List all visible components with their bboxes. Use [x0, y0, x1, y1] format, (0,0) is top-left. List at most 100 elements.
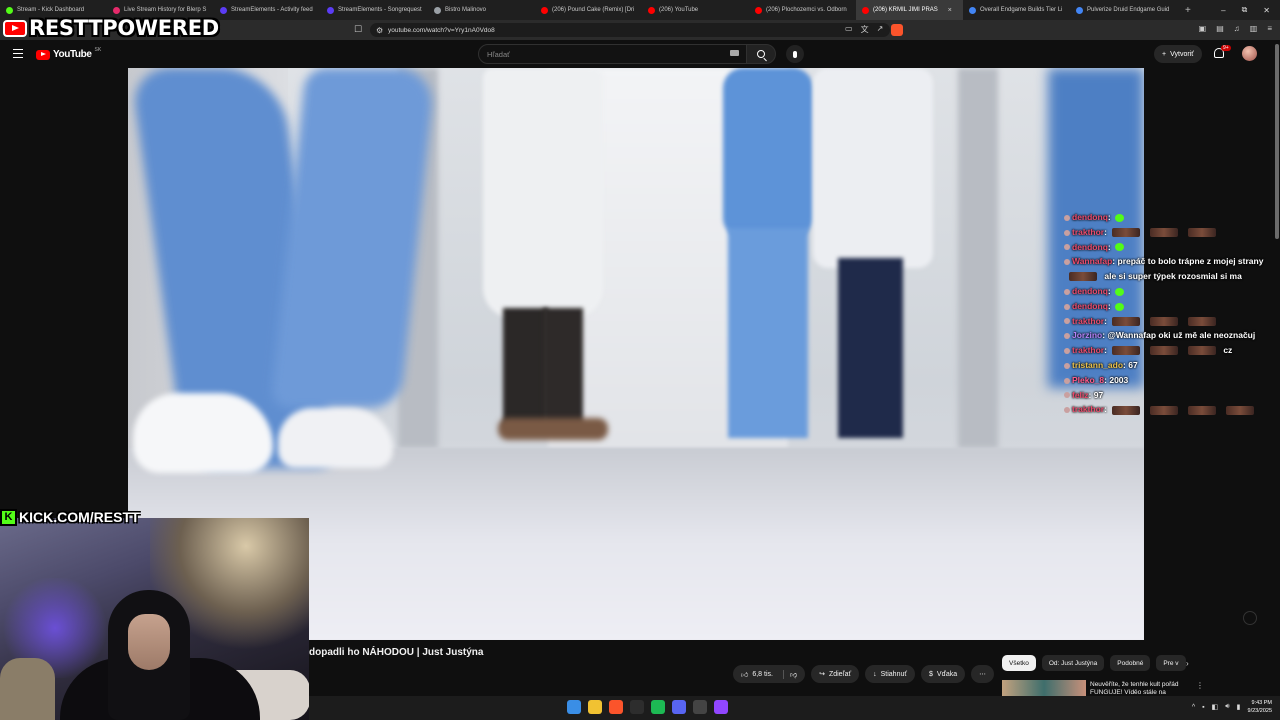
more-actions-button[interactable]: ⋯ [971, 665, 995, 683]
taskbar-apps [567, 700, 728, 714]
network-icon[interactable]: ◧ [1212, 703, 1219, 711]
chevron-right-icon[interactable]: › [1186, 659, 1189, 668]
search-placeholder: Hľadať [487, 49, 510, 59]
video-scene [723, 68, 813, 238]
browser-tab[interactable]: StreamElements - Songrequest [321, 0, 428, 20]
kick-url: KICK.COM/RESTT [19, 509, 140, 525]
user-badge-icon [1064, 229, 1070, 236]
chat-separator: : [1107, 285, 1111, 296]
user-badge-icon [1064, 392, 1070, 399]
user-badge-icon [1064, 362, 1070, 369]
discord-taskbar-icon[interactable] [672, 700, 686, 714]
chat-emote-icon [1149, 316, 1178, 326]
video-scene [813, 68, 933, 268]
chat-message: dendonq: [1064, 240, 1274, 255]
share-button[interactable]: ↪ Zdieľať [811, 665, 860, 683]
chat-emote-icon [1069, 272, 1097, 282]
browser-tab[interactable]: (206) Pound Cake (Remix) [Dri [535, 0, 642, 20]
tray-app-icon[interactable]: ▪ [1202, 704, 1204, 711]
maximize-icon[interactable]: ⧉ [1242, 5, 1248, 15]
spotify-taskbar-icon[interactable] [651, 700, 665, 714]
system-clock[interactable]: 9:43 PM 9/23/2025 [1248, 699, 1272, 715]
obs-taskbar-icon[interactable] [693, 700, 707, 714]
browser-tab[interactable]: StreamElements - Activity feed [214, 0, 321, 20]
minimize-icon[interactable]: – [1221, 6, 1225, 15]
brave-taskbar-icon[interactable] [609, 700, 623, 714]
share-page-icon[interactable]: ↗ [877, 24, 884, 36]
tab-label: Bistro Malinovo [445, 7, 487, 13]
tab-favicon-icon [969, 6, 976, 14]
mascot-figure [0, 658, 55, 720]
voice-search-button[interactable] [786, 45, 804, 63]
youtube-wordmark: YouTube [53, 49, 92, 60]
chat-message: trakthor: [1064, 225, 1274, 240]
filter-chip[interactable]: Všetko [1002, 655, 1036, 671]
browser-tab[interactable]: Overall Endgame Builds Tier Li [963, 0, 1070, 20]
terminal-taskbar-icon[interactable] [630, 700, 644, 714]
tab-label: (206) Pound Cake (Remix) [Dri [552, 7, 635, 13]
cast-icon[interactable]: ▭ [845, 24, 853, 36]
thumbs-up-icon: 👍︎ [741, 671, 749, 679]
chat-message: trakthor: cz [1064, 343, 1274, 358]
video-control-icon[interactable] [1243, 611, 1257, 625]
new-tab-button[interactable]: + [1177, 5, 1199, 16]
browser-tab[interactable]: Bistro Malinovo [428, 0, 535, 20]
search-button[interactable] [746, 44, 776, 64]
battery-icon[interactable]: ▮ [1237, 703, 1241, 711]
download-button[interactable]: ↓ Stiahnuť [865, 665, 915, 683]
video-scene [958, 68, 998, 448]
page-scrollbar[interactable] [1274, 40, 1280, 696]
thanks-button[interactable]: $ Vďaka [921, 665, 966, 683]
chat-text: cz [1220, 345, 1233, 356]
recommendation-thumbnail[interactable] [1002, 680, 1086, 696]
browser-tab[interactable]: (206) KRMIL JIMI PRAS × [856, 0, 963, 20]
account-avatar[interactable] [1242, 46, 1257, 61]
volume-icon[interactable]: 🔊︎ [1225, 703, 1229, 711]
keyboard-icon[interactable] [730, 50, 739, 56]
chevron-up-icon[interactable]: ^ [1192, 704, 1195, 711]
browser-tab[interactable]: (206) Plochozemci vs. Odborn [749, 0, 856, 20]
hamburger-menu-icon[interactable] [13, 49, 23, 58]
recommendation-title[interactable]: Neuvěříte, že tenhle kult pořád FUNGUJE!… [1090, 681, 1190, 696]
chat-separator: : [1104, 345, 1107, 356]
twitch-taskbar-icon[interactable] [714, 700, 728, 714]
bookmark-icon[interactable]: ☐ [354, 24, 362, 35]
country-code: SK [94, 46, 102, 53]
filter-chip[interactable]: Pre v [1156, 655, 1186, 671]
browser-tab[interactable]: (206) YouTube [642, 0, 749, 20]
sidebar-toggle-icon[interactable]: ▥ [1250, 24, 1258, 33]
recommendation-chips: Všetko Od: Just Justýna Podobné Pre v [1002, 655, 1186, 671]
close-window-icon[interactable]: ✕ [1263, 6, 1270, 15]
thumbs-down-icon[interactable]: 👎︎ [782, 669, 797, 679]
chat-emote-icon [1149, 405, 1178, 415]
site-info-icon[interactable]: ⚙ [376, 26, 383, 35]
explorer-taskbar-icon[interactable] [588, 700, 602, 714]
filter-chip[interactable]: Podobné [1110, 655, 1151, 671]
extensions-icon[interactable]: ▣ [1199, 24, 1207, 33]
chat-text: 2003 [1106, 374, 1129, 385]
search-input[interactable]: Hľadať [478, 44, 750, 64]
browser-tab[interactable]: Pulverize Druid Endgame Guid [1070, 0, 1177, 20]
start-taskbar-icon[interactable] [567, 700, 581, 714]
tab-label: Stream - Kick Dashboard [17, 7, 85, 13]
menu-icon[interactable]: ≡ [1267, 24, 1272, 33]
media-icon[interactable]: ♫ [1234, 24, 1240, 33]
stream-brand-overlay: RESTTPOWERED [3, 14, 219, 42]
address-bar[interactable]: ⚙ youtube.com/watch?v=Yry1nA0Vdo8 [370, 23, 890, 37]
tab-close-icon[interactable]: × [948, 7, 952, 14]
like-button[interactable]: 👍︎ 6,8 tis. 👎︎ [733, 665, 806, 683]
chat-username: dendonq [1072, 241, 1108, 252]
filter-chip[interactable]: Od: Just Justýna [1041, 655, 1105, 671]
window-controls: – ⧉ ✕ [1221, 0, 1270, 20]
recommendation-more-icon[interactable]: ⋮ [1196, 681, 1204, 690]
youtube-logo[interactable]: YouTube SK [36, 46, 102, 60]
brave-shields-icon[interactable] [891, 24, 904, 36]
scrollbar-thumb[interactable] [1275, 44, 1279, 239]
create-button[interactable]: + Vytvoriť [1154, 45, 1202, 63]
chat-message: dendonq: [1064, 284, 1274, 299]
wallet-icon[interactable]: ▤ [1216, 24, 1224, 33]
tab-label: (206) KRMIL JIMI PRAS [873, 7, 938, 13]
kick-emote-icon [1114, 213, 1124, 222]
translate-icon[interactable]: 文 [861, 24, 869, 36]
browser-extensions: ▣ ▤ ♫ ▥ ≡ [1199, 24, 1272, 33]
